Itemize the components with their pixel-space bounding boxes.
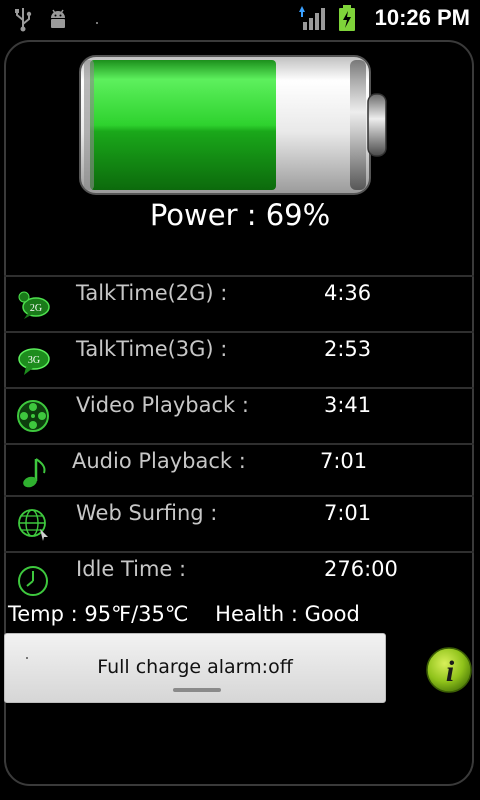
full-charge-alarm-button[interactable]: Full charge alarm:off bbox=[4, 633, 386, 703]
list-item-audio-playback: Audio Playback : 7:01 bbox=[4, 443, 474, 499]
toggle-indicator bbox=[173, 688, 221, 692]
talk-2g-icon: 2G bbox=[18, 291, 50, 319]
clock-icon bbox=[18, 566, 48, 596]
video-reel-icon bbox=[17, 400, 49, 432]
temp-health-line: Temp : 95℉/35℃ Health : Good bbox=[8, 602, 360, 626]
status-dot bbox=[96, 22, 98, 24]
svg-text:3G: 3G bbox=[28, 355, 40, 366]
row-label: TalkTime(2G) : bbox=[76, 281, 228, 305]
info-button[interactable]: i bbox=[425, 646, 473, 694]
list-item-talktime-2g: 2G TalkTime(2G) : 4:36 bbox=[4, 275, 474, 331]
row-value: 3:41 bbox=[324, 393, 372, 417]
usb-icon bbox=[15, 8, 32, 32]
music-note-icon bbox=[23, 458, 46, 488]
talk-3g-icon: 3G bbox=[18, 348, 50, 375]
status-time: 10:26 PM bbox=[374, 5, 470, 30]
row-label: TalkTime(3G) : bbox=[76, 337, 228, 361]
list-item-web-surfing: Web Surfing : 7:01 bbox=[4, 495, 474, 551]
signal-icon bbox=[298, 6, 325, 30]
battery-fill bbox=[90, 60, 276, 190]
row-value: 7:01 bbox=[320, 449, 368, 473]
status-bar: 10:26 PM bbox=[0, 0, 480, 38]
list-item-idle-time: Idle Time : 276:00 bbox=[4, 551, 474, 607]
row-value: 4:36 bbox=[324, 281, 372, 305]
row-value: 7:01 bbox=[324, 501, 372, 525]
row-label: Video Playback : bbox=[76, 393, 249, 417]
row-value: 2:53 bbox=[324, 337, 372, 361]
row-value: 276:00 bbox=[324, 557, 398, 581]
list-item-video-playback: Video Playback : 3:41 bbox=[4, 387, 474, 443]
list-item-talktime-3g: 3G TalkTime(3G) : 2:53 bbox=[4, 331, 474, 387]
info-icon: i bbox=[426, 647, 472, 693]
android-debug-icon bbox=[51, 9, 65, 28]
svg-text:2G: 2G bbox=[30, 303, 42, 314]
svg-text:i: i bbox=[446, 655, 455, 688]
row-label: Web Surfing : bbox=[76, 501, 218, 525]
globe-icon bbox=[18, 509, 48, 541]
row-label: Idle Time : bbox=[76, 557, 187, 581]
battery-gauge bbox=[78, 52, 390, 198]
power-percentage: Power : 69% bbox=[0, 198, 480, 232]
power-label: Power : 69% bbox=[149, 198, 331, 232]
row-label: Audio Playback : bbox=[72, 449, 246, 473]
battery-charging-icon bbox=[338, 5, 355, 31]
alarm-button-label: Full charge alarm:off bbox=[97, 656, 293, 678]
